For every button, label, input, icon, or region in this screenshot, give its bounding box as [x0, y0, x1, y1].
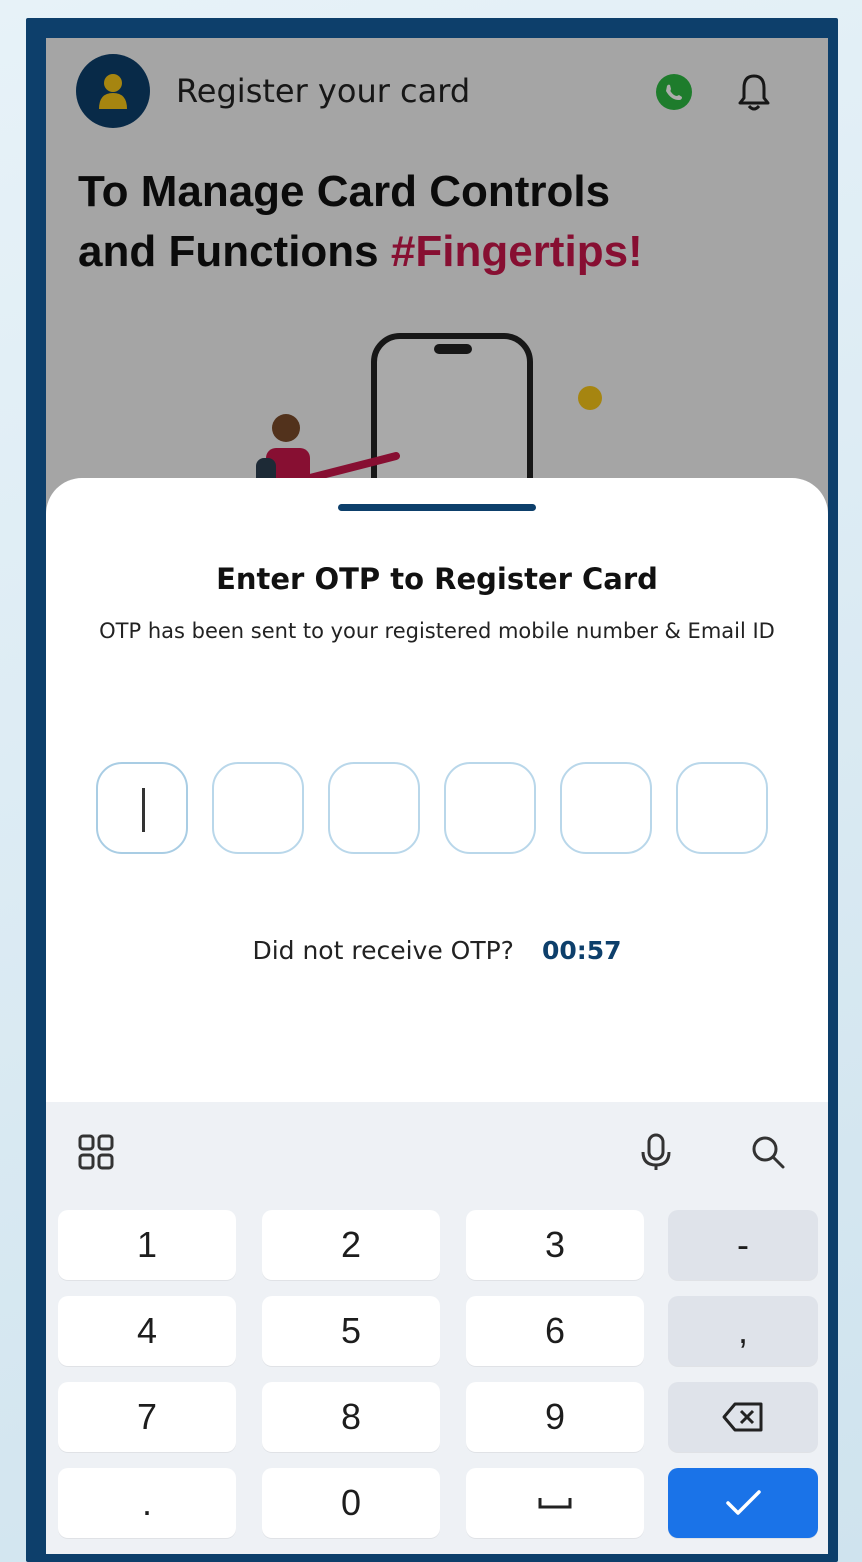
key-dot[interactable]: . — [58, 1468, 236, 1538]
text-cursor — [142, 788, 145, 832]
backspace-icon — [722, 1402, 763, 1432]
keyboard-toolbar — [46, 1102, 828, 1202]
resend-row: Did not receive OTP? 00:57 — [46, 936, 828, 965]
key-5[interactable]: 5 — [262, 1296, 440, 1366]
space-key[interactable] — [466, 1468, 644, 1538]
otp-digit-5[interactable] — [560, 762, 652, 854]
done-key[interactable] — [668, 1468, 818, 1538]
microphone-icon[interactable] — [636, 1132, 676, 1172]
sheet-drag-handle[interactable] — [338, 504, 536, 511]
key-2[interactable]: 2 — [262, 1210, 440, 1280]
space-icon — [538, 1498, 572, 1509]
sheet-subtitle: OTP has been sent to your registered mob… — [99, 619, 775, 643]
resend-label: Did not receive OTP? — [252, 936, 514, 965]
otp-digit-6[interactable] — [676, 762, 768, 854]
grid-icon[interactable] — [76, 1132, 116, 1172]
key-1[interactable]: 1 — [58, 1210, 236, 1280]
otp-input-group — [96, 762, 786, 858]
key-9[interactable]: 9 — [466, 1382, 644, 1452]
key-dash[interactable]: - — [668, 1210, 818, 1280]
otp-digit-1[interactable] — [96, 762, 188, 854]
key-7[interactable]: 7 — [58, 1382, 236, 1452]
otp-digit-4[interactable] — [444, 762, 536, 854]
numeric-keyboard: 1 2 3 - 4 5 6 , 7 8 9 . 0 — [46, 1102, 828, 1554]
key-comma[interactable]: , — [668, 1296, 818, 1366]
checkmark-icon — [726, 1490, 761, 1515]
otp-timer: 00:57 — [541, 936, 622, 965]
key-4[interactable]: 4 — [58, 1296, 236, 1366]
otp-digit-2[interactable] — [212, 762, 304, 854]
key-8[interactable]: 8 — [262, 1382, 440, 1452]
key-3[interactable]: 3 — [466, 1210, 644, 1280]
otp-digit-3[interactable] — [328, 762, 420, 854]
key-0[interactable]: 0 — [262, 1468, 440, 1538]
search-icon[interactable] — [748, 1132, 788, 1172]
sheet-title: Enter OTP to Register Card — [216, 562, 658, 596]
key-6[interactable]: 6 — [466, 1296, 644, 1366]
backspace-key[interactable] — [668, 1382, 818, 1452]
app-screen: Register your card To Manage Card Contro… — [46, 38, 828, 1554]
